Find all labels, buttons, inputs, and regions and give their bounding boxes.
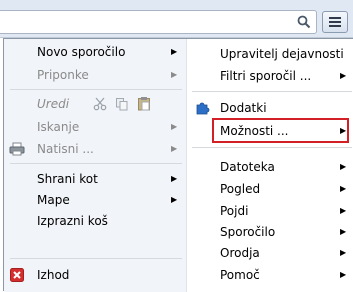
menu-item-exit[interactable]: Izhod [37, 265, 69, 285]
clipboard-icon[interactable] [137, 96, 151, 114]
submenu-arrow-icon: ▶ [340, 184, 347, 193]
menu-item-tools[interactable]: Orodja [220, 243, 260, 263]
copy-icon[interactable] [115, 97, 129, 114]
close-icon [10, 268, 24, 285]
menu-item-label: Pojdi [220, 204, 249, 218]
menu-item-empty-trash[interactable]: Izprazni koš [37, 211, 108, 231]
submenu-arrow-icon: ▶ [171, 70, 178, 79]
menu-item-attachments[interactable]: Priponke [37, 65, 89, 85]
submenu-arrow-icon: ▶ [340, 71, 347, 80]
menu-separator [10, 89, 182, 90]
menu-item-label: Dodatki [220, 101, 267, 115]
submenu-arrow-icon: ▶ [171, 122, 178, 131]
printer-icon [9, 142, 25, 159]
menu-item-message[interactable]: Sporočilo [220, 222, 275, 242]
search-input[interactable] [0, 10, 317, 34]
submenu-arrow-icon: ▶ [340, 270, 347, 279]
submenu-arrow-icon: ▶ [171, 144, 178, 153]
menu-separator [10, 258, 182, 259]
submenu-arrow-icon: ▶ [171, 174, 178, 183]
menu-item-file[interactable]: Datoteka [220, 157, 275, 177]
menu-item-label: Datoteka [220, 160, 275, 174]
hamburger-menu-icon[interactable] [322, 11, 348, 33]
menu-item-label: Iskanje [37, 120, 80, 134]
menu-item-label: Izhod [37, 268, 70, 282]
menu-item-account-manager[interactable]: Upravitelj dejavnosti [220, 44, 344, 64]
submenu-arrow-icon: ▶ [171, 47, 178, 56]
menu-item-label: Mape [37, 193, 70, 207]
menu-item-view[interactable]: Pogled [220, 179, 260, 199]
app-menu-popup: Novo sporočilo ▶ Priponke ▶ Uredi Iskanj… [3, 38, 353, 292]
menu-item-label: Izprazni koš [37, 214, 108, 228]
menu-item-folders[interactable]: Mape [37, 190, 70, 210]
menu-item-label: Priponke [37, 68, 89, 82]
menu-item-label: Orodja [220, 246, 260, 260]
column-divider [186, 39, 187, 292]
menu-item-label: Novo sporočilo [37, 45, 126, 59]
menu-item-new-message[interactable]: Novo sporočilo [37, 42, 125, 62]
menu-item-label: Uredi [37, 97, 70, 111]
menu-item-label: Filtri sporočil ... [220, 69, 312, 83]
menu-item-label: Upravitelj dejavnosti [220, 47, 344, 61]
menu-separator [192, 91, 352, 92]
left-menu-column [4, 39, 186, 292]
search-icon[interactable] [292, 11, 316, 33]
scissors-icon[interactable] [93, 97, 107, 114]
submenu-arrow-icon: ▶ [340, 206, 347, 215]
menu-item-label: Natisni ... [37, 142, 94, 156]
submenu-arrow-icon: ▶ [340, 248, 347, 257]
menu-item-edit[interactable]: Uredi [37, 94, 69, 114]
menu-item-label: Pomoč [220, 268, 260, 282]
menu-item-find[interactable]: Iskanje [37, 117, 79, 137]
submenu-arrow-icon: ▶ [171, 195, 178, 204]
menu-separator [10, 163, 182, 164]
toolbar [0, 0, 353, 38]
menu-item-save-as[interactable]: Shrani kot [37, 169, 98, 189]
menu-separator [192, 147, 352, 148]
menu-item-help[interactable]: Pomoč [220, 265, 260, 285]
menu-item-label: Shrani kot [37, 172, 98, 186]
submenu-arrow-icon: ▶ [340, 162, 347, 171]
menu-item-label: Pogled [220, 182, 261, 196]
menu-item-print[interactable]: Natisni ... [37, 139, 94, 159]
menu-item-label: Sporočilo [220, 225, 276, 239]
menu-item-go[interactable]: Pojdi [220, 201, 248, 221]
options-highlight-box [212, 118, 349, 143]
submenu-arrow-icon: ▶ [340, 227, 347, 236]
menu-item-message-filters[interactable]: Filtri sporočil ... [220, 66, 311, 86]
menu-item-addons[interactable]: Dodatki [220, 98, 267, 118]
puzzle-piece-icon [195, 100, 210, 118]
